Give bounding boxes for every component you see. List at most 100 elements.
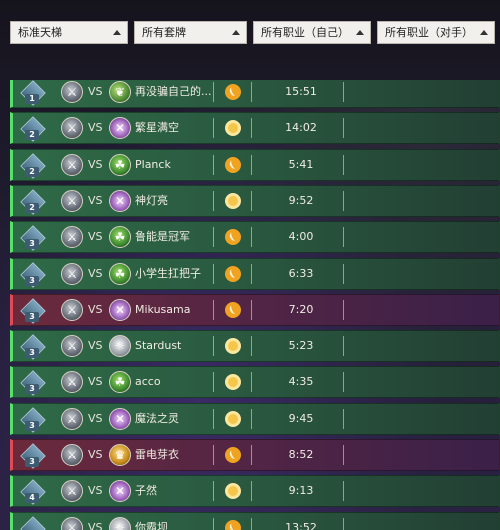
game-row[interactable]: 3 ⚔ VS ♛ 雷电芽衣 8:52 [10, 439, 500, 471]
game-history-list[interactable]: 1 ⚔ VS ❦ 再没骗自己的... 15:51 2 ⚔ VS ✕ 繁星满空 14:02 2 ⚔ VS ☘ Pl… [0, 80, 500, 530]
column-divider [343, 82, 344, 102]
blade-icon: ✕ [109, 298, 131, 321]
game-duration: 9:13 [288, 484, 314, 498]
column-divider [213, 408, 214, 429]
casual-mode-icon [225, 374, 241, 391]
opponent-name: 鲁能是冠军 [135, 230, 190, 244]
rank-number: 2 [25, 130, 39, 141]
column-divider [213, 82, 214, 102]
game-row[interactable]: 2 ⚔ VS ✕ 神灯亮 9:52 [10, 184, 500, 217]
rank-number: 4 [25, 493, 39, 504]
game-row[interactable]: 2 ⚔ VS ☘ Planck 5:41 [10, 148, 500, 181]
format-dropdown[interactable]: 标准天梯 [10, 21, 128, 44]
game-duration: 9:45 [288, 411, 314, 425]
format-dropdown-label: 标准天梯 [18, 26, 62, 39]
column-divider [213, 372, 214, 393]
column-divider [343, 227, 344, 248]
game-row[interactable]: 3 ⚔ VS ✕ Mikusama 7:20 [10, 293, 500, 326]
game-row[interactable]: 4 ⚔ VS ✕ 子然 9:13 [10, 475, 500, 508]
game-duration: 13:52 [285, 520, 317, 530]
rank-number: 3 [25, 275, 39, 286]
column-divider [251, 336, 252, 357]
vs-label: VS [88, 411, 103, 425]
game-row[interactable]: 3 ⚔ VS ☘ 鲁能是冠军 4:00 [10, 221, 500, 254]
blade-icon: ✕ [109, 117, 131, 140]
column-divider [251, 82, 252, 102]
rank-number: 3 [25, 239, 39, 250]
ranked-mode-icon [225, 447, 241, 463]
my-hero-icon: ⚔ [61, 407, 83, 430]
game-row[interactable]: 3 ⚔ VS ☼ Stardust 5:23 [10, 330, 500, 363]
column-divider [343, 517, 344, 530]
rank-number: 2 [25, 166, 39, 177]
game-row[interactable]: 2 ⚔ VS ✕ 繁星满空 14:02 [10, 112, 500, 145]
game-row[interactable]: 1 ⚔ VS ❦ 再没骗自己的... 15:51 [10, 80, 500, 108]
druid-icon: ☘ [109, 262, 131, 285]
filter-bar: 标准天梯 所有套牌 所有职业（自己） 所有职业（对手） [0, 0, 500, 80]
game-row[interactable]: 3 ⚔ VS ☘ acco 4:35 [10, 366, 500, 399]
my-hero-icon: ⚔ [61, 262, 83, 285]
rank-number: 3 [25, 348, 39, 359]
game-row[interactable]: 3 ⚔ VS ✕ 魔法之灵 9:45 [10, 402, 500, 435]
game-row[interactable]: 3 ⚔ VS ☘ 小学生扛把子 6:33 [10, 257, 500, 290]
column-divider [251, 190, 252, 211]
column-divider [213, 263, 214, 284]
my-hero-icon: ⚔ [61, 226, 83, 249]
my-hero-icon: ⚔ [61, 81, 83, 103]
column-divider [213, 118, 214, 139]
column-divider [251, 372, 252, 393]
vs-label: VS [88, 520, 103, 530]
game-row[interactable]: 4⚔VS☼你霸坝13:52 [10, 511, 500, 530]
vs-label: VS [88, 375, 103, 389]
column-divider [213, 154, 214, 175]
game-duration: 8:52 [288, 448, 314, 461]
opponent-name: 小学生扛把子 [135, 266, 201, 280]
column-divider [213, 299, 214, 320]
druid-icon: ☘ [109, 371, 131, 394]
deck-dropdown[interactable]: 所有套牌 [134, 21, 247, 44]
druid-icon: ☘ [109, 226, 131, 249]
ranked-mode-icon [225, 265, 241, 282]
silver-icon: ☼ [109, 516, 131, 530]
my-class-dropdown-label: 所有职业（自己） [261, 26, 349, 39]
column-divider [251, 227, 252, 248]
ranked-mode-icon [225, 301, 241, 318]
vs-label: VS [88, 85, 103, 98]
my-hero-icon: ⚔ [61, 153, 83, 176]
ranked-mode-icon [225, 156, 241, 173]
column-divider [343, 190, 344, 211]
column-divider [343, 372, 344, 393]
vs-label: VS [88, 230, 103, 244]
my-hero-icon: ⚔ [61, 298, 83, 321]
my-hero-icon: ⚔ [61, 516, 83, 530]
column-divider [343, 336, 344, 357]
game-duration: 4:35 [288, 375, 314, 389]
column-divider [251, 517, 252, 530]
ranked-mode-icon [225, 84, 241, 100]
casual-mode-icon [225, 192, 241, 209]
opp-class-dropdown[interactable]: 所有职业（对手） [377, 21, 495, 44]
ranked-mode-icon [225, 519, 241, 530]
rank-number: 3 [25, 311, 39, 322]
opponent-name: 神灯亮 [135, 193, 168, 207]
column-divider [213, 517, 214, 530]
game-duration: 5:23 [288, 339, 314, 353]
blade-icon: ✕ [109, 189, 131, 212]
vs-label: VS [88, 193, 103, 207]
opponent-name: Planck [135, 157, 171, 171]
opponent-name: 雷电芽衣 [135, 448, 179, 461]
rank-number: 3 [25, 384, 39, 395]
opponent-name: 再没骗自己的... [135, 85, 212, 98]
opponent-name: Stardust [135, 339, 182, 353]
leaf-icon: ❦ [109, 81, 131, 103]
opponent-name: 子然 [135, 484, 157, 498]
caret-up-icon [113, 30, 121, 35]
rank-number: 1 [25, 94, 39, 104]
my-class-dropdown[interactable]: 所有职业（自己） [253, 21, 371, 44]
casual-mode-icon [225, 120, 241, 137]
my-hero-icon: ⚔ [61, 444, 83, 466]
column-divider [251, 118, 252, 139]
caret-up-icon [232, 30, 240, 35]
my-hero-icon: ⚔ [61, 480, 83, 503]
druid-icon: ☘ [109, 153, 131, 176]
